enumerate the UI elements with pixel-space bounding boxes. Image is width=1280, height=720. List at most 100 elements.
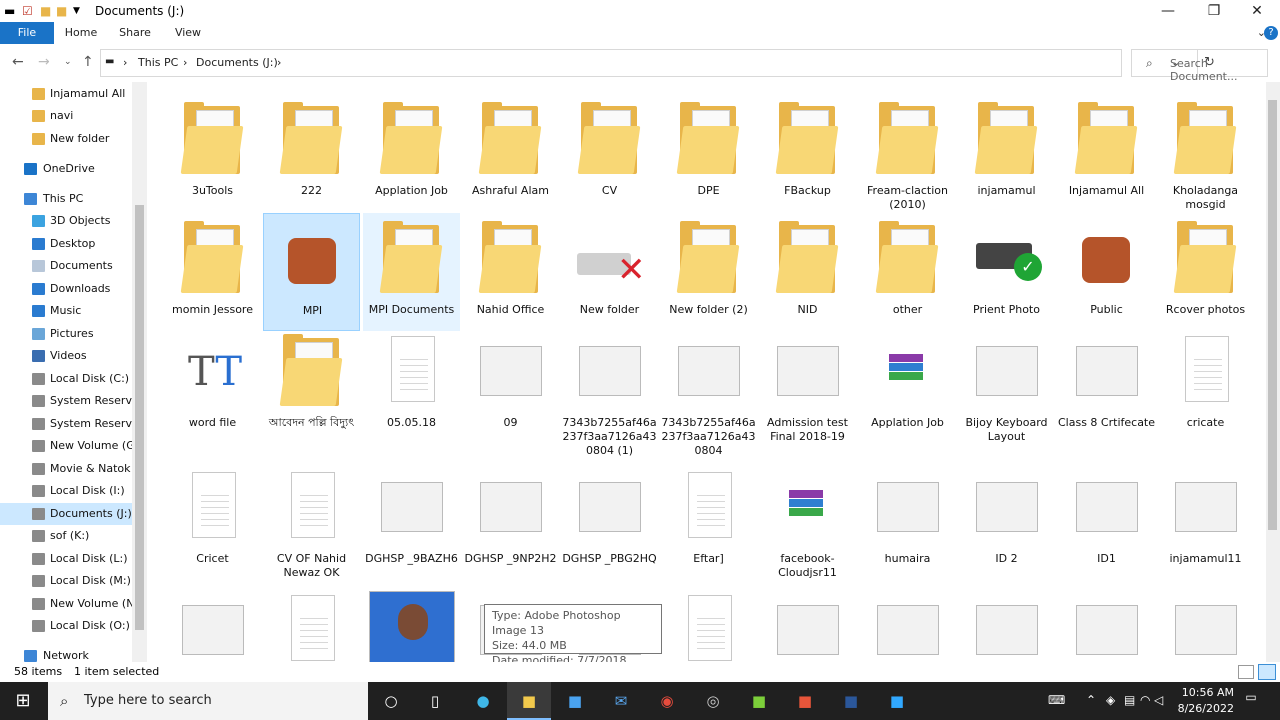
- nav-item[interactable]: OneDrive: [0, 158, 132, 180]
- folder-item[interactable]: Applation Job: [363, 94, 460, 212]
- recorder-icon[interactable]: ■: [783, 682, 827, 720]
- up-icon[interactable]: ↑: [82, 54, 94, 70]
- file-item[interactable]: [164, 585, 261, 662]
- clock[interactable]: 10:56 AM 8/26/2022: [1170, 685, 1234, 717]
- nav-item[interactable]: Videos: [0, 345, 132, 367]
- chrome-icon[interactable]: ◉: [645, 682, 689, 720]
- minimize-button[interactable]: —: [1145, 0, 1191, 22]
- address-bar[interactable]: ▬ › This PC › Documents (J:) › ⌄ ↻: [100, 49, 1215, 77]
- folder-item[interactable]: DPE: [660, 94, 757, 212]
- nav-item[interactable]: System Reserved: [0, 390, 132, 412]
- file-item[interactable]: DGHSP _9BAZH6: [363, 462, 460, 580]
- nav-item[interactable]: This PC: [0, 188, 132, 210]
- file-item[interactable]: 7343b7255af46a237f3aa7126a430804 (1): [561, 326, 658, 457]
- show-hidden-icons[interactable]: ⌃: [1086, 693, 1096, 707]
- windows-start-icon[interactable]: ⊞: [0, 682, 46, 720]
- file-item[interactable]: [759, 585, 856, 662]
- help-icon[interactable]: ?: [1264, 26, 1278, 40]
- task-view-icon[interactable]: ▯: [413, 682, 457, 720]
- folder-item[interactable]: other: [859, 213, 956, 331]
- nav-item[interactable]: New folder: [0, 128, 132, 150]
- file-item[interactable]: [363, 585, 460, 662]
- file-item[interactable]: ID 2: [958, 462, 1055, 580]
- folder-item[interactable]: Injamamul All: [1058, 94, 1155, 212]
- folder-item[interactable]: MPI Documents: [363, 213, 460, 331]
- nav-item[interactable]: Injamamul All: [0, 83, 132, 105]
- file-item[interactable]: MPI: [263, 213, 360, 331]
- nav-item[interactable]: Local Disk (O:): [0, 615, 132, 637]
- file-item[interactable]: Cricet: [164, 462, 261, 580]
- file-item[interactable]: [1157, 585, 1254, 662]
- file-item[interactable]: ID1: [1058, 462, 1155, 580]
- file-item[interactable]: [660, 585, 757, 662]
- folder-item[interactable]: Fream-claction (2010): [859, 94, 956, 212]
- folder-item[interactable]: Rcover photos: [1157, 213, 1254, 331]
- store-icon[interactable]: ■: [553, 682, 597, 720]
- file-item[interactable]: Admission test Final 2018-19: [759, 326, 856, 444]
- folder-item[interactable]: New folder (2): [660, 213, 757, 331]
- nav-item[interactable]: navi: [0, 105, 132, 127]
- nav-item[interactable]: Local Disk (L:): [0, 548, 132, 570]
- edge-icon[interactable]: ●: [461, 682, 505, 720]
- forward-icon[interactable]: →: [38, 54, 50, 70]
- folder-item[interactable]: injamamul: [958, 94, 1055, 212]
- file-item[interactable]: CV OF Nahid Newaz OK: [263, 462, 360, 580]
- cortana-icon[interactable]: ○: [369, 682, 413, 720]
- wifi-icon[interactable]: ◠: [1140, 693, 1150, 707]
- nav-item[interactable]: New Volume (N:: [0, 593, 132, 615]
- recent-locations-icon[interactable]: ⌄: [64, 57, 72, 67]
- file-item[interactable]: Applation Job: [859, 326, 956, 444]
- nav-item[interactable]: Documents: [0, 255, 132, 277]
- tab-home[interactable]: Home: [60, 22, 102, 44]
- file-item[interactable]: ✕ New folder: [561, 213, 658, 331]
- folder-item[interactable]: 222: [263, 94, 360, 212]
- file-item[interactable]: injamamul11: [1157, 462, 1254, 580]
- word-icon[interactable]: ■: [829, 682, 873, 720]
- file-item[interactable]: ✓ Prient Photo: [958, 213, 1055, 331]
- file-item[interactable]: 09: [462, 326, 559, 444]
- folder-item[interactable]: 3uTools: [164, 94, 261, 212]
- nav-item[interactable]: Downloads: [0, 278, 132, 300]
- nav-item[interactable]: Local Disk (M:): [0, 570, 132, 592]
- breadcrumb-separator[interactable]: ›: [183, 56, 187, 69]
- nav-item[interactable]: Documents (J:): [0, 503, 132, 525]
- content-scroll-thumb[interactable]: [1268, 100, 1277, 530]
- folder-item[interactable]: Ashraful Alam: [462, 94, 559, 212]
- file-item[interactable]: cricate: [1157, 326, 1254, 444]
- system-menu-icon[interactable]: ▬: [4, 3, 15, 19]
- breadcrumb-separator[interactable]: ›: [123, 56, 127, 69]
- tab-view[interactable]: View: [168, 22, 208, 44]
- keyboard-icon[interactable]: ⌨: [1048, 693, 1065, 707]
- tab-share[interactable]: Share: [114, 22, 156, 44]
- file-item[interactable]: Public: [1058, 213, 1155, 331]
- breadcrumb-documents[interactable]: Documents (J:): [196, 56, 278, 69]
- file-item[interactable]: facebook-Cloudjsr11: [759, 462, 856, 580]
- nav-item[interactable]: Movie & Natok (: [0, 458, 132, 480]
- camtasia-icon[interactable]: ■: [737, 682, 781, 720]
- file-item[interactable]: Bijoy Keyboard Layout: [958, 326, 1055, 444]
- file-item[interactable]: Eftar]: [660, 462, 757, 580]
- details-view-icon[interactable]: [1238, 665, 1254, 679]
- file-item[interactable]: Class 8 Crtifecate: [1058, 326, 1155, 444]
- file-item[interactable]: [958, 585, 1055, 662]
- back-icon[interactable]: ←: [12, 54, 24, 70]
- file-item[interactable]: [263, 585, 360, 662]
- properties-icon[interactable]: ☑: [22, 3, 33, 19]
- folder-item[interactable]: FBackup: [759, 94, 856, 212]
- file-item[interactable]: humaira: [859, 462, 956, 580]
- photoshop-icon[interactable]: ■: [875, 682, 919, 720]
- large-icons-view-icon[interactable]: [1258, 664, 1276, 680]
- folder-item[interactable]: আবেদন পল্লি বিদ্যুৎ: [263, 326, 360, 444]
- customize-toolbar-icon[interactable]: ▼: [73, 3, 80, 19]
- breadcrumb-separator[interactable]: ›: [277, 56, 281, 69]
- file-item[interactable]: 05.05.18: [363, 326, 460, 444]
- notifications-icon[interactable]: ▭: [1242, 690, 1260, 708]
- network-tray-icon[interactable]: ▤: [1124, 693, 1135, 707]
- folder-item[interactable]: Nahid Office: [462, 213, 559, 331]
- media-player-icon[interactable]: ◎: [691, 682, 735, 720]
- nav-scroll-thumb[interactable]: [135, 205, 144, 630]
- file-item[interactable]: DGHSP _9NP2H2: [462, 462, 559, 580]
- file-item[interactable]: TT word file: [164, 326, 261, 444]
- mail-icon[interactable]: ✉: [599, 682, 643, 720]
- close-button[interactable]: ✕: [1234, 0, 1280, 22]
